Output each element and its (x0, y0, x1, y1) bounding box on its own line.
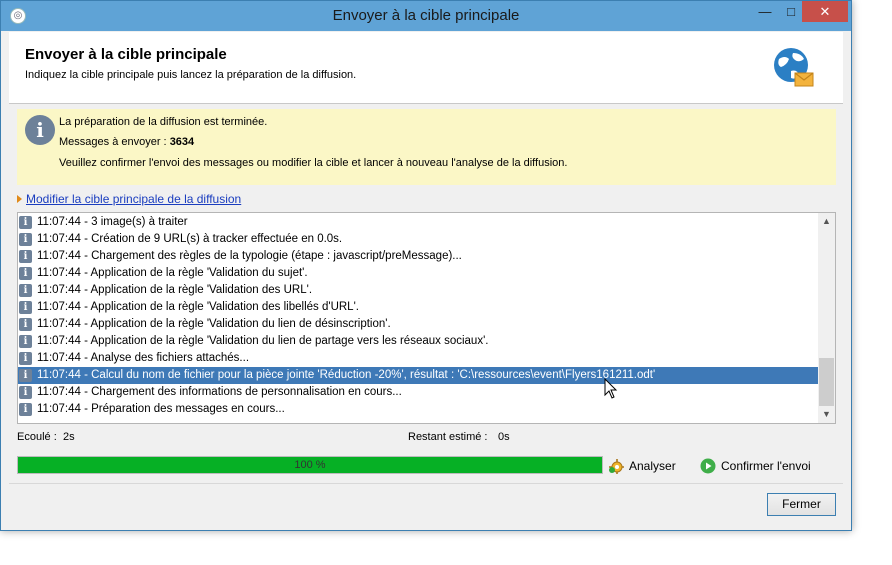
log-row[interactable]: i 11:07:44 - Préparation des messages en … (18, 401, 819, 418)
confirm-send-button[interactable]: Confirmer l'envoi (700, 457, 820, 475)
remaining-value: 0s (498, 431, 510, 443)
log-row[interactable]: i 11:07:44 - Analyse des fichiers attaché… (18, 350, 819, 367)
log-row[interactable]: i 11:07:44 - Chargement des règles de la … (18, 248, 819, 265)
log-row[interactable]: i 11:07:44 - Application de la règle 'Val… (18, 333, 819, 350)
log-scrollbar[interactable]: ▲ ▼ (818, 213, 835, 423)
mouse-cursor-icon (604, 378, 618, 399)
log-row-text: 11:07:44 - Préparation des messages en c… (37, 403, 285, 415)
log-row-text: 11:07:44 - Application de la règle 'Vali… (37, 267, 308, 279)
info-icon: i (19, 386, 32, 399)
log-row[interactable]: i 11:07:44 - Application de la règle 'Val… (18, 265, 819, 282)
analyze-label: Analyser (629, 459, 676, 473)
page-title: Envoyer à la cible principale (25, 46, 227, 63)
info-icon: i (25, 115, 55, 145)
messages-count: 3634 (169, 136, 195, 148)
log-row-text: 11:07:44 - Calcul du nom de fichier pour… (37, 369, 656, 381)
maximize-button[interactable]: □ (778, 1, 804, 22)
log-row[interactable]: i 11:07:44 - Application de la règle 'Val… (18, 316, 819, 333)
log-row-text: 11:07:44 - Chargement des informations d… (37, 386, 402, 398)
globe-mail-icon (774, 48, 814, 87)
footer-divider (9, 483, 843, 484)
log-row[interactable]: i 11:07:44 - Chargement des informations … (18, 384, 819, 401)
modify-target-link[interactable]: Modifier la cible principale de la diffu… (17, 192, 241, 206)
title-bar[interactable]: ◎ Envoyer à la cible principale — □ ✕ (1, 1, 851, 31)
info-icon: i (19, 250, 32, 263)
log-row-text: 11:07:44 - Analyse des fichiers attachés… (37, 352, 250, 364)
log-row-text: 11:07:44 - 3 image(s) à traiter (37, 216, 188, 228)
dialog-window: ◎ Envoyer à la cible principale — □ ✕ En… (0, 0, 852, 531)
close-button[interactable]: Fermer (767, 493, 836, 516)
log-row[interactable]: i 11:07:44 - Application de la règle 'Val… (18, 299, 819, 316)
info-icon: i (19, 267, 32, 280)
info-icon: i (19, 318, 32, 331)
info-instructions: Veuillez confirmer l'envoi des messages … (59, 157, 568, 169)
log-row-text: 11:07:44 - Application de la règle 'Vali… (37, 318, 391, 330)
log-row-text: 11:07:44 - Application de la règle 'Vali… (37, 335, 489, 347)
minimize-button[interactable]: — (752, 1, 778, 22)
header-divider (9, 103, 843, 104)
info-icon: i (19, 335, 32, 348)
log-row[interactable]: i 11:07:44 - Application de la règle 'Val… (18, 282, 819, 299)
log-row[interactable]: i 11:07:44 - Calcul du nom de fichier pou… (18, 367, 819, 384)
remaining-label: Restant estimé : (408, 431, 488, 443)
info-icon: i (19, 352, 32, 365)
info-icon: i (19, 284, 32, 297)
close-window-button[interactable]: ✕ (802, 1, 848, 22)
play-icon (700, 458, 716, 474)
log-row-text: 11:07:44 - Création de 9 URL(s) à tracke… (37, 233, 343, 245)
info-icon: i (19, 216, 32, 229)
gear-icon (609, 459, 624, 474)
wizard-header: Envoyer à la cible principale Indiquez l… (9, 32, 843, 103)
info-messages: Messages à envoyer : 3634 (59, 136, 194, 148)
info-status-text: La préparation de la diffusion est termi… (59, 116, 268, 128)
messages-label: Messages à envoyer : (59, 136, 167, 148)
info-icon: i (19, 403, 32, 416)
log-row[interactable]: i 11:07:44 - 3 image(s) à traiter (18, 214, 819, 231)
log-row-text: 11:07:44 - Application de la règle 'Vali… (37, 301, 359, 313)
info-panel: i La préparation de la diffusion est ter… (17, 109, 836, 185)
progress-bar: 100 % (17, 456, 603, 474)
progress-label: 100 % (294, 459, 326, 471)
elapsed-label: Ecoulé : (17, 431, 57, 443)
log-list[interactable]: i 11:07:44 - 3 image(s) à traiter i 11:07:4… (17, 212, 836, 424)
scroll-thumb[interactable] (819, 358, 834, 406)
page-subtitle: Indiquez la cible principale puis lancez… (25, 69, 357, 81)
window-title: Envoyer à la cible principale (332, 7, 520, 24)
log-row-text: 11:07:44 - Chargement des règles de la t… (37, 250, 462, 262)
log-row-text: 11:07:44 - Application de la règle 'Vali… (37, 284, 313, 296)
info-icon: i (19, 301, 32, 314)
log-row[interactable]: i 11:07:44 - Création de 9 URL(s) à track… (18, 231, 819, 248)
elapsed-value: 2s (63, 431, 75, 443)
confirm-send-label: Confirmer l'envoi (721, 459, 811, 473)
analyze-button[interactable]: Analyser (608, 457, 683, 475)
scroll-down-arrow-icon[interactable]: ▼ (818, 406, 835, 423)
scroll-up-arrow-icon[interactable]: ▲ (818, 213, 835, 230)
info-icon: i (19, 233, 32, 246)
info-icon: i (19, 369, 32, 382)
